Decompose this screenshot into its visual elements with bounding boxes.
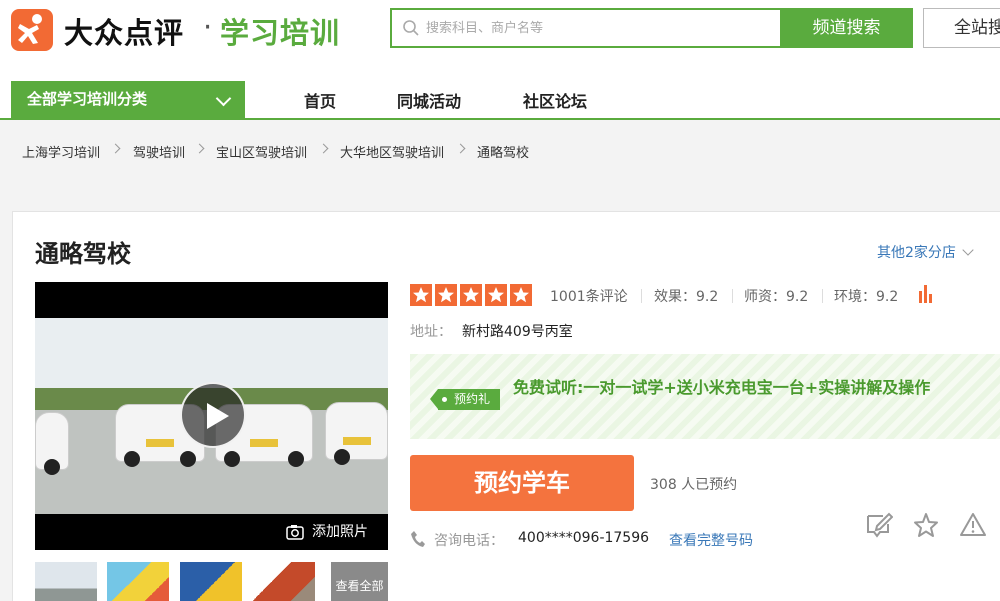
shop-card: 通略驾校 其他2家分店 添加照片 查看全部 1001条评论 效果：9.2 师资：… (12, 211, 1000, 601)
phone-number: 400****096-17596 (518, 530, 650, 546)
chevron-down-icon (962, 244, 974, 256)
book-lesson-button[interactable]: 预约学车 (410, 455, 634, 511)
score-effect: 效果：9.2 (654, 289, 719, 305)
chevron-down-icon (215, 90, 232, 107)
add-photo-label: 添加照片 (312, 524, 368, 540)
phone-icon (411, 531, 425, 547)
phone-label: 咨询电话： (434, 533, 504, 549)
nav-forum[interactable]: 社区论坛 (523, 88, 587, 112)
chevron-right-icon (455, 143, 466, 154)
bar-chart-icon[interactable] (919, 285, 933, 303)
score-environment: 环境：9.2 (834, 289, 899, 305)
address-label: 地址： (410, 324, 452, 340)
add-photo-button[interactable]: 添加照片 (272, 514, 388, 550)
nav-events[interactable]: 同城活动 (397, 88, 461, 112)
write-review-icon[interactable] (865, 512, 893, 538)
other-branches-label: 其他2家分店 (877, 245, 956, 261)
search-input[interactable] (426, 16, 766, 40)
camera-icon (286, 525, 304, 540)
divider (641, 289, 642, 303)
channel-search-button[interactable]: 频道搜索 (780, 8, 913, 48)
promo-text: 免费试听:一对一试学+送小米充电宝一台+实操讲解及操作 (513, 378, 931, 397)
report-warning-icon[interactable] (960, 512, 986, 538)
video-sky (35, 318, 388, 388)
photo-thumbnail[interactable] (180, 562, 242, 601)
search-box (390, 8, 780, 48)
channel-name[interactable]: 学习培训 (220, 10, 340, 52)
promo-tag: 预约礼 (429, 389, 501, 410)
other-branches-link[interactable]: 其他2家分店 (877, 242, 974, 262)
car-image (35, 412, 69, 475)
score-teachers: 师资：9.2 (744, 289, 809, 305)
chevron-right-icon (318, 143, 329, 154)
category-dropdown-label: 全部学习培训分类 (27, 90, 148, 108)
divider (822, 289, 823, 303)
booked-count: 308 人已预约 (650, 477, 738, 493)
star-icon (435, 284, 457, 306)
car-image (325, 402, 388, 465)
shop-video[interactable]: 添加照片 (35, 282, 388, 550)
category-dropdown[interactable]: 全部学习培训分类 (11, 81, 245, 118)
breadcrumb-item[interactable]: 上海学习培训 (22, 142, 100, 161)
star-icon (460, 284, 482, 306)
divider (732, 289, 733, 303)
promo-banner[interactable]: 预约礼 免费试听:一对一试学+送小米充电宝一台+实操讲解及操作 (410, 354, 1000, 439)
star-icon (485, 284, 507, 306)
site-header: 大众点评 · 学习培训 频道搜索 全站搜索 (0, 0, 1000, 64)
chevron-right-icon (194, 143, 205, 154)
view-all-photos-button[interactable]: 查看全部 (331, 562, 388, 601)
breadcrumb: 上海学习培训 驾驶培训 宝山区驾驶培训 大华地区驾驶培训 通略驾校 (0, 122, 1000, 178)
star-icon (510, 284, 532, 306)
chevron-right-icon (110, 143, 121, 154)
photo-thumbnail[interactable] (107, 562, 169, 601)
breadcrumb-item[interactable]: 驾驶培训 (133, 142, 185, 161)
site-search-button[interactable]: 全站搜索 (923, 8, 1000, 48)
breadcrumb-item[interactable]: 大华地区驾驶培训 (340, 142, 444, 161)
search-icon (403, 20, 419, 36)
dianping-logo-icon[interactable] (11, 9, 53, 51)
brand-separator: · (203, 10, 213, 44)
main-nav: 全部学习培训分类 首页 同城活动 社区论坛 (0, 64, 1000, 120)
breadcrumb-current: 通略驾校 (477, 146, 530, 161)
address: 新村路409号丙室 (462, 324, 573, 340)
nav-home[interactable]: 首页 (304, 88, 336, 112)
play-icon[interactable] (180, 382, 246, 448)
star-icon (410, 284, 432, 306)
breadcrumb-item[interactable]: 宝山区驾驶培训 (216, 142, 307, 161)
review-count[interactable]: 1001条评论 (550, 286, 628, 306)
brand-name[interactable]: 大众点评 (64, 10, 184, 52)
show-full-number-link[interactable]: 查看完整号码 (669, 530, 753, 550)
shop-name: 通略驾校 (35, 240, 131, 268)
photo-thumbnail[interactable] (35, 562, 97, 601)
favorite-star-icon[interactable] (913, 512, 939, 538)
photo-thumbnail[interactable] (253, 562, 315, 601)
